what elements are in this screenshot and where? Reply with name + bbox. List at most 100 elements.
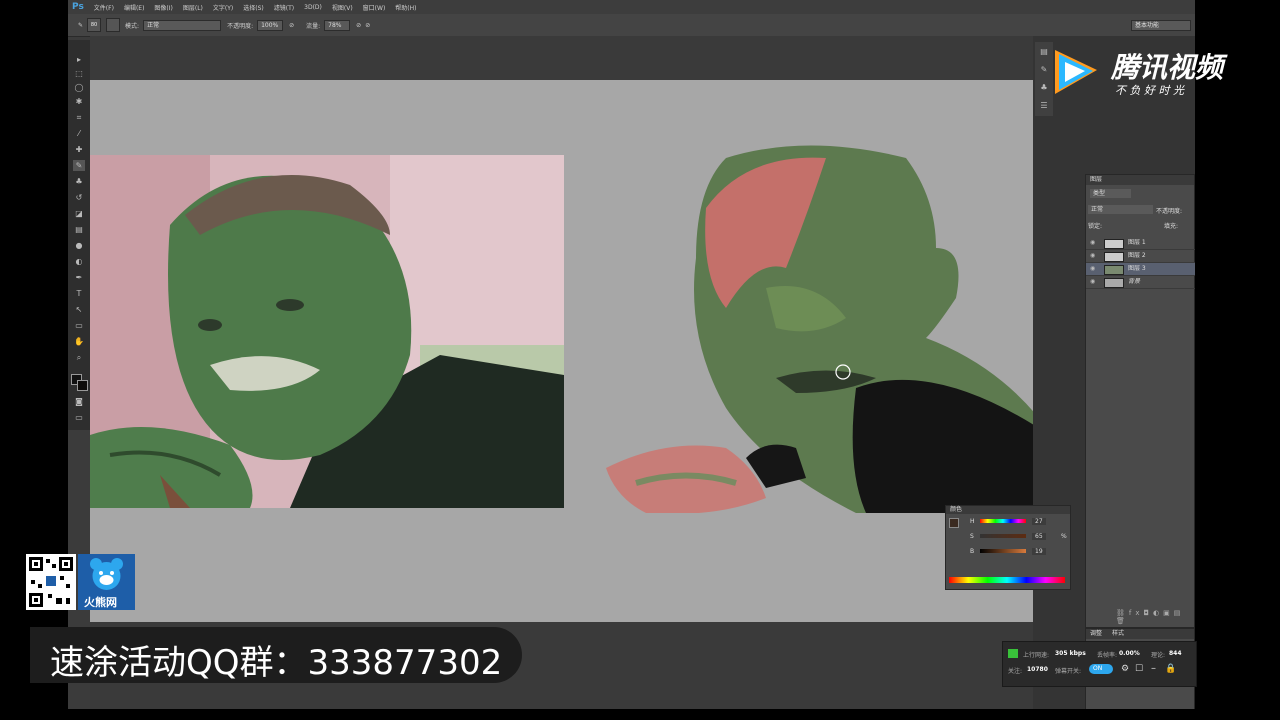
hue-label: H — [970, 518, 975, 525]
history-brush-icon[interactable]: ↺ — [73, 192, 85, 203]
visibility-eye-icon[interactable]: ◉ — [1090, 250, 1095, 262]
brightness-slider[interactable] — [980, 549, 1026, 553]
frame-loss-label: 丢帧率: — [1097, 652, 1118, 659]
brush-tool-icon[interactable]: ✎ — [73, 160, 85, 171]
brightness-value[interactable]: 19 — [1032, 548, 1046, 555]
pressure-size-icon[interactable]: ⊘ — [365, 22, 370, 29]
color-panel: 颜色 H 27 S 65 % B 19 — [945, 505, 1071, 590]
saturation-value[interactable]: 65 — [1032, 533, 1046, 540]
brush-panel-toggle-icon[interactable] — [106, 18, 121, 32]
menu-type[interactable]: 文字(Y) — [213, 3, 233, 12]
properties-panel-icon[interactable]: ☰ — [1038, 100, 1050, 111]
bear-icon — [90, 558, 123, 590]
layer-kind-filter[interactable]: 类型 — [1090, 189, 1131, 198]
flow-input[interactable]: 78% — [324, 19, 351, 31]
shape-tool-icon[interactable]: ▭ — [73, 320, 85, 331]
screen-mode-icon[interactable]: ▭ — [73, 412, 85, 423]
type-tool-icon[interactable]: T — [73, 288, 85, 299]
eraser-tool-icon[interactable]: ◪ — [73, 208, 85, 219]
airbrush-icon[interactable]: ⊘ — [356, 22, 361, 29]
dodge-tool-icon[interactable]: ◐ — [73, 256, 85, 267]
layers-tab[interactable]: 图层 — [1086, 175, 1194, 185]
zoom-tool-icon[interactable]: ⌕ — [73, 352, 85, 363]
adjustments-tab[interactable]: 调整 — [1090, 630, 1102, 637]
crop-tool-icon[interactable]: ⌗ — [73, 112, 85, 123]
layer-row[interactable]: ◉ 图层 2 — [1086, 250, 1195, 263]
huoxiong-logo: 火熊网 — [78, 554, 135, 610]
canvas-area[interactable] — [90, 36, 1195, 709]
reference-photo-image — [90, 155, 564, 508]
opacity-input[interactable]: 100% — [257, 19, 284, 31]
workspace-select[interactable]: 基本功能 — [1131, 19, 1191, 31]
brush-tool-icon[interactable]: ✎ — [78, 22, 83, 29]
theory-value: 844 — [1169, 650, 1182, 657]
menu-window[interactable]: 窗口(W) — [363, 3, 386, 12]
styles-tab[interactable]: 样式 — [1112, 630, 1124, 637]
painting-in-progress — [606, 138, 1054, 514]
color-tab[interactable]: 颜色 — [946, 506, 1070, 514]
hue-value[interactable]: 27 — [1032, 518, 1046, 525]
stamp-tool-icon[interactable]: ♣ — [73, 176, 85, 187]
layer-opacity-label: 不透明度: — [1156, 208, 1183, 215]
gradient-tool-icon[interactable]: ▤ — [73, 224, 85, 235]
color-ramp[interactable] — [949, 577, 1065, 583]
pen-tool-icon[interactable]: ✒ — [73, 272, 85, 283]
menu-select[interactable]: 选择(S) — [243, 3, 264, 12]
quick-select-tool-icon[interactable]: ✱ — [73, 96, 85, 107]
upload-value: 305 kbps — [1055, 650, 1086, 657]
menu-3d[interactable]: 3D(D) — [304, 4, 322, 11]
painting-image — [606, 145, 1054, 514]
move-tool-icon[interactable]: ▸ — [73, 54, 85, 65]
layer-row[interactable]: ◉ 背景 — [1086, 276, 1195, 289]
mode-select[interactable]: 正常 — [143, 19, 222, 31]
blend-mode-select[interactable]: 正常 — [1088, 205, 1153, 214]
fg-color-chip[interactable] — [949, 518, 959, 528]
brush-preset-picker[interactable]: 80 — [87, 18, 102, 32]
visibility-eye-icon[interactable]: ◉ — [1090, 276, 1095, 288]
tools-panel: ▸ ⬚ ◯ ✱ ⌗ ⁄ ✚ ✎ ♣ ↺ ◪ ▤ ● ◐ ✒ T ↖ ▭ ✋ ⌕ … — [68, 40, 90, 430]
blend-mode-value: 正常 — [1091, 206, 1104, 213]
marquee-tool-icon[interactable]: ⬚ — [73, 68, 85, 79]
menu-filter[interactable]: 滤镜(T) — [274, 3, 294, 12]
menu-view[interactable]: 视图(V) — [332, 3, 353, 12]
photoshop-window: Ps 文件(F) 编辑(E) 图像(I) 图层(L) 文字(Y) 选择(S) 滤… — [68, 0, 1195, 709]
hue-slider[interactable] — [980, 519, 1026, 523]
menu-help[interactable]: 帮助(H) — [395, 3, 416, 12]
pressure-opacity-icon[interactable]: ⊘ — [289, 22, 294, 29]
eyedropper-tool-icon[interactable]: ⁄ — [73, 128, 85, 139]
layer-row-selected[interactable]: ◉ 图层 3 — [1086, 263, 1195, 276]
layer-thumbnail — [1104, 239, 1124, 249]
menu-edit[interactable]: 编辑(E) — [124, 3, 144, 12]
fill-label: 填充: — [1164, 223, 1179, 230]
blur-tool-icon[interactable]: ● — [73, 240, 85, 251]
visibility-eye-icon[interactable]: ◉ — [1090, 237, 1095, 249]
brand-slogan: 不 负 好 时 光 — [1115, 84, 1184, 97]
background-color-swatch[interactable] — [77, 380, 88, 391]
lock-label: 锁定: — [1088, 223, 1103, 230]
promo-banner: 速涂活动QQ群：333877302 — [30, 627, 522, 683]
hand-tool-icon[interactable]: ✋ — [73, 336, 85, 347]
path-select-tool-icon[interactable]: ↖ — [73, 304, 85, 315]
follow-label: 关注: — [1008, 668, 1023, 675]
menu-file[interactable]: 文件(F) — [94, 3, 114, 12]
healing-tool-icon[interactable]: ✚ — [73, 144, 85, 155]
layers-panel: 图层 类型 正常 不透明度: 锁定: 填充: ◉ 图层 1 ◉ 图层 2 ◉ 图… — [1085, 174, 1195, 628]
layer-row[interactable]: ◉ 图层 1 — [1086, 237, 1195, 250]
layer-actions-bar[interactable]: ⛓fx◘◐▣▤🗑 — [1116, 609, 1194, 625]
quick-mask-icon[interactable]: ◙ — [73, 396, 85, 407]
document-canvas[interactable] — [90, 80, 1054, 622]
lasso-tool-icon[interactable]: ◯ — [73, 82, 85, 93]
menu-image[interactable]: 图像(I) — [154, 3, 172, 12]
chat-icon[interactable]: ☐ — [1135, 664, 1143, 674]
qr-code — [26, 554, 76, 610]
visibility-eye-icon[interactable]: ◉ — [1090, 263, 1095, 275]
menu-layer[interactable]: 图层(L) — [183, 3, 203, 12]
lock-icon[interactable]: 🔒 — [1165, 664, 1176, 674]
brand-name: 腾讯视频 — [1111, 51, 1224, 84]
opacity-label: 不透明度: — [227, 22, 254, 30]
upload-label: 上行网速: — [1023, 652, 1050, 659]
settings-gear-icon[interactable]: ⚙ — [1121, 664, 1129, 674]
danmaku-toggle[interactable]: ON — [1089, 664, 1113, 674]
minimize-icon[interactable]: – — [1151, 663, 1156, 674]
saturation-slider[interactable] — [980, 534, 1026, 538]
